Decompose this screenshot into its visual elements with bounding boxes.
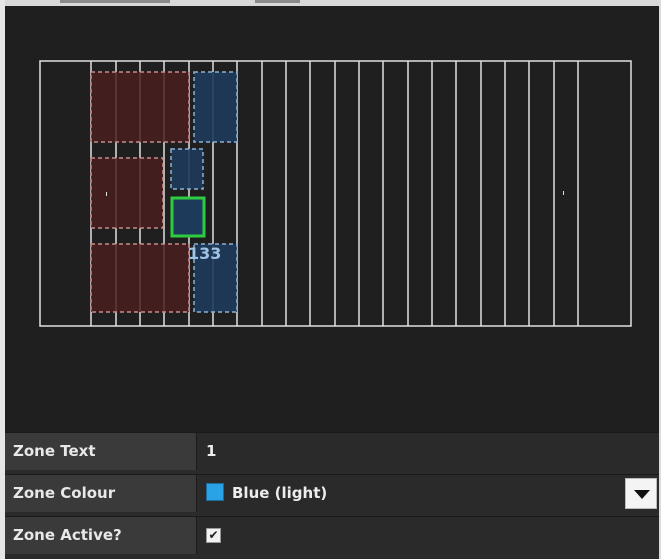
zone-active-label: Zone Active? [5, 517, 197, 554]
pitch-mark-left [106, 192, 107, 196]
zone-blue-top[interactable] [193, 71, 238, 143]
dropdown-button[interactable] [625, 478, 657, 509]
zone-text-row: Zone Text 1 [5, 432, 659, 470]
zone-selected[interactable] [170, 196, 206, 238]
zone-text-label: Zone Text [5, 433, 197, 470]
toolbar-fragment [255, 0, 300, 3]
zone-blue-small[interactable] [170, 148, 204, 190]
zone-properties-panel: Zone Text 1 Zone Colour Blue (light) Zon… [5, 432, 659, 559]
toolbar-fragment [60, 0, 170, 3]
pitch-mark-right [563, 191, 564, 195]
zone-active-checkbox[interactable]: ✔ [206, 528, 221, 543]
chevron-down-icon [634, 490, 650, 499]
zone-text-field[interactable]: 1 [198, 433, 659, 470]
zone-active-row: Zone Active? ✔ [5, 516, 659, 554]
zone-label-overlap: 133 [188, 244, 221, 263]
zone-active-cell: ✔ [198, 517, 659, 554]
zone-colour-row: Zone Colour Blue (light) [5, 474, 659, 512]
zone-red-middle[interactable] [90, 157, 164, 229]
pitch-canvas[interactable]: 133 [5, 6, 659, 432]
zone-red-top[interactable] [90, 71, 190, 143]
zone-colour-label: Zone Colour [5, 475, 197, 512]
color-swatch-icon [206, 483, 224, 501]
zone-colour-value: Blue (light) [232, 484, 328, 502]
pitch-diagram[interactable]: 133 [5, 6, 659, 432]
zone-red-bottom[interactable] [90, 243, 190, 313]
zone-colour-select[interactable]: Blue (light) [198, 475, 659, 512]
